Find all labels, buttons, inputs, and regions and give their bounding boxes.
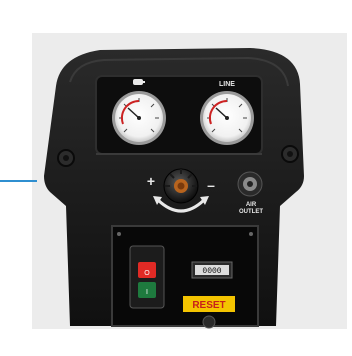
- power-switch: O I: [129, 245, 165, 309]
- right-screw: [281, 145, 299, 163]
- air-outlet-label-2: OUTLET: [239, 209, 263, 215]
- compressor-panel-photo: LINE + – AIR OUTLET O I 0000 RESET: [44, 48, 304, 329]
- line-pressure-gauge: [200, 91, 254, 145]
- reset-button: RESET: [183, 296, 235, 312]
- svg-text:O: O: [144, 270, 150, 277]
- line-gauge-label: LINE: [219, 81, 235, 88]
- plus-sign: +: [147, 173, 155, 189]
- tank-pressure-gauge: [112, 91, 166, 145]
- minus-sign: –: [207, 177, 215, 193]
- regulator-knob: [163, 168, 199, 204]
- svg-text:0000: 0000: [202, 267, 221, 276]
- svg-text:RESET: RESET: [192, 300, 225, 311]
- left-screw: [57, 149, 75, 167]
- air-outlet-label-1: AIR: [246, 202, 257, 208]
- air-outlet-coupler: [237, 171, 263, 197]
- hour-counter: 0000: [191, 261, 233, 279]
- svg-text:I: I: [146, 289, 148, 296]
